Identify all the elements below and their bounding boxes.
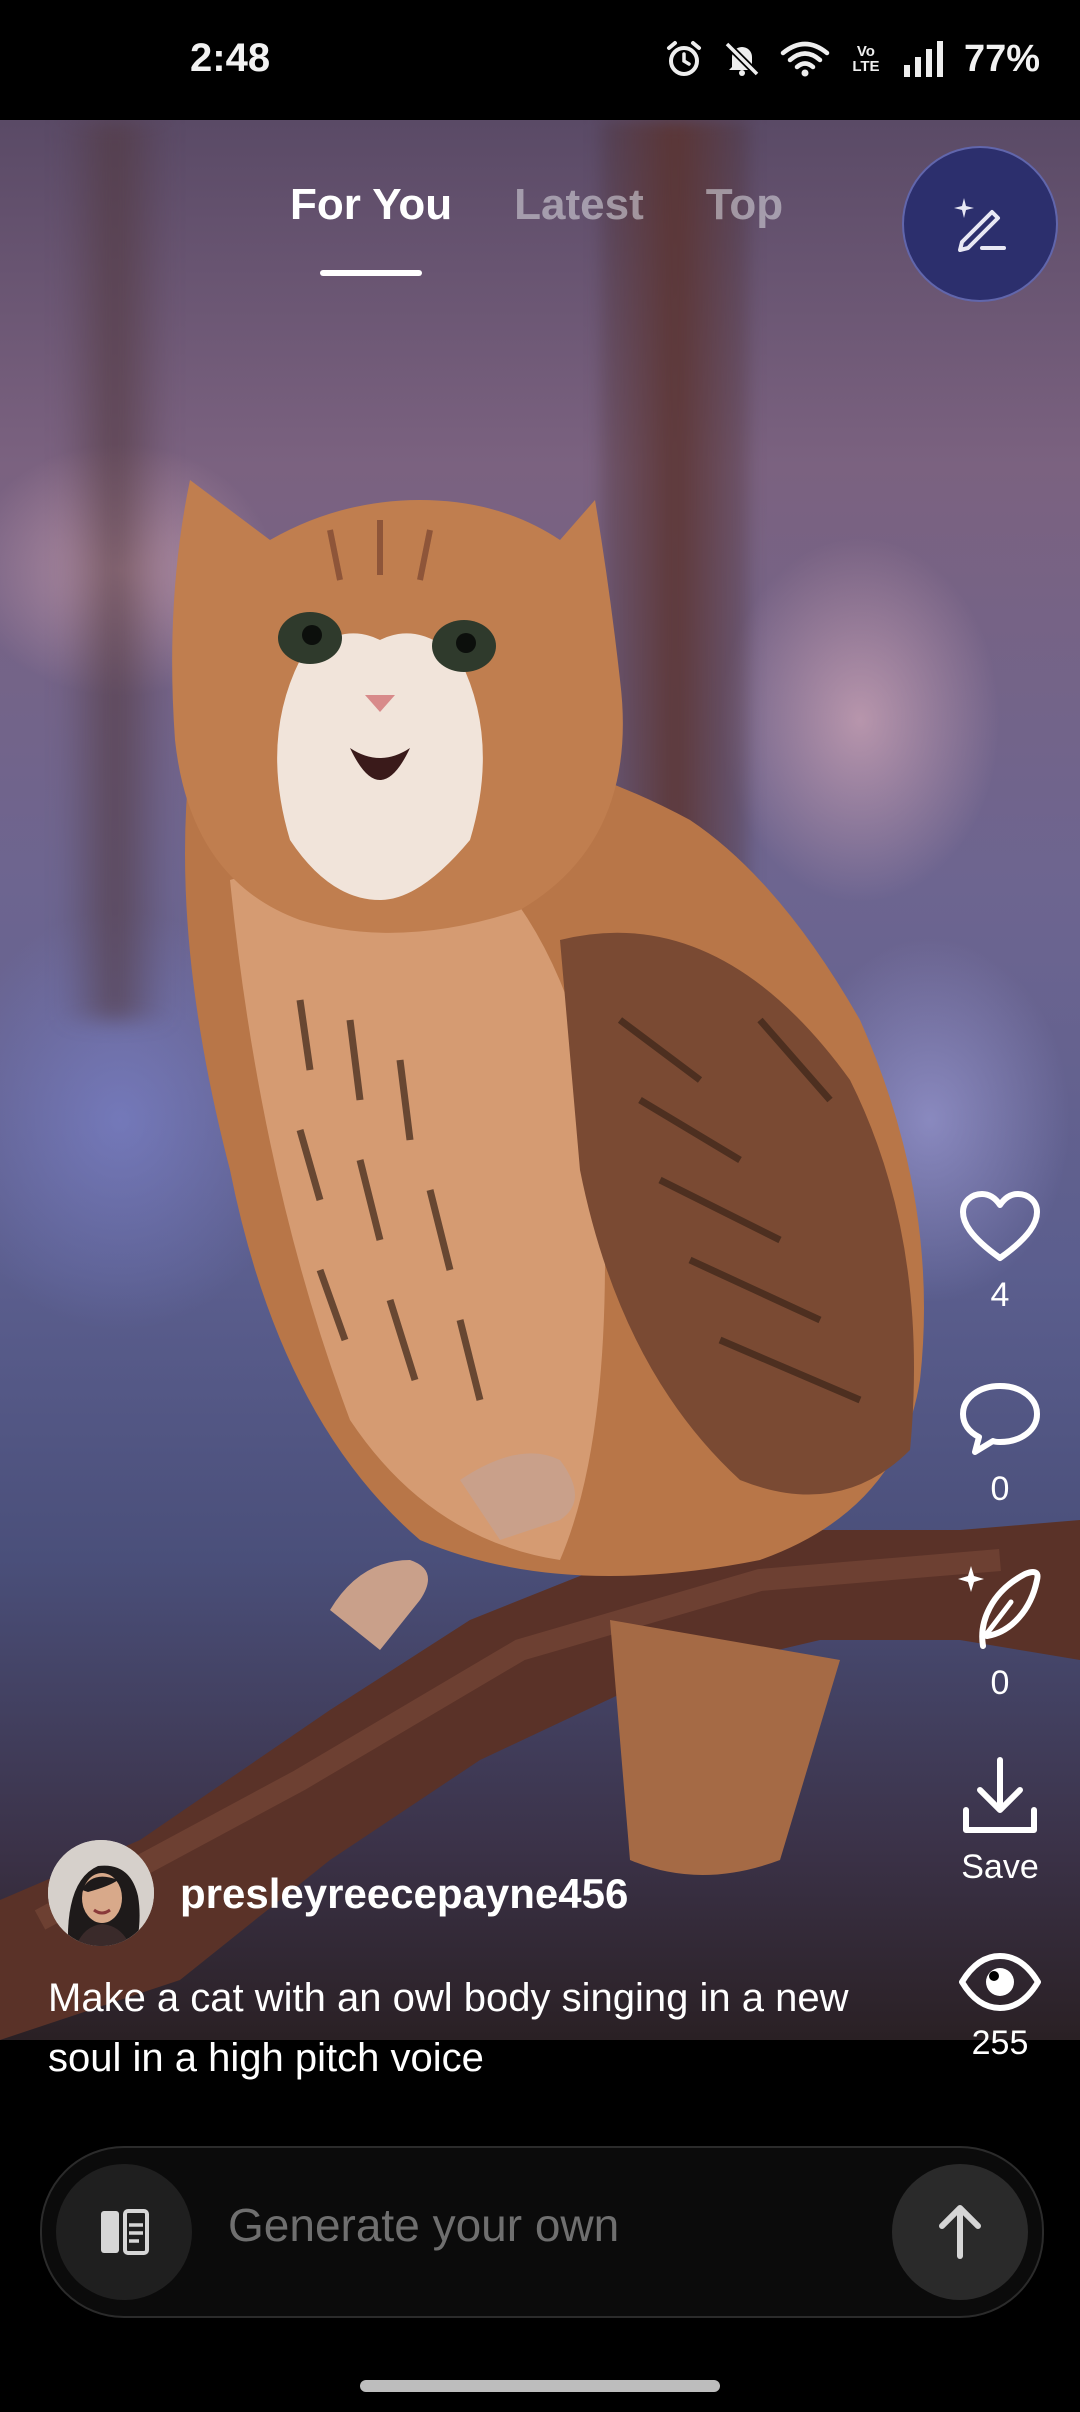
download-icon [963,1757,1037,1833]
tab-latest[interactable]: Latest [514,180,644,230]
avatar-image [48,1840,154,1946]
status-bar: 2:48 Vo LTE 77% [0,0,1080,120]
battery-percentage: 77% [963,37,1040,80]
signal-icon [903,41,943,77]
author-username[interactable]: presleyreecepayne456 [180,1870,628,1918]
view-count: 255 [971,2024,1029,2062]
template-icon [101,2209,149,2255]
send-button[interactable] [892,2164,1028,2300]
views-indicator: 255 [940,1952,1060,2063]
status-icons: Vo LTE 77% [664,34,1040,84]
tab-for-you[interactable]: For You [290,180,452,276]
comment-icon [960,1383,1040,1455]
wifi-icon [780,41,830,77]
arrow-up-icon [939,2205,981,2259]
bell-muted-icon [724,41,760,77]
alarm-icon [666,41,701,76]
template-button[interactable] [56,2164,192,2300]
remix-action[interactable]: 0 [940,1562,1060,1703]
remix-count: 0 [990,1664,1010,1702]
create-button[interactable] [902,146,1058,302]
heart-icon [960,1191,1040,1261]
remix-feather-icon [958,1566,1041,1649]
save-label: Save [961,1848,1039,1886]
video-player[interactable] [0,120,1080,2040]
comment-count: 0 [990,1470,1010,1508]
prompt-input[interactable] [228,2198,828,2252]
magic-pen-icon [954,198,1006,252]
status-time: 2:48 [190,36,271,80]
like-action[interactable]: 4 [940,1190,1060,1315]
post-caption: Make a cat with an owl body singing in a… [48,1976,849,2080]
feed-tabs: For You Latest Top [290,180,783,276]
cat-owl-image [0,480,1080,2040]
comment-action[interactable]: 0 [940,1380,1060,1509]
volte-icon: Vo LTE [852,43,880,75]
avatar[interactable] [48,1840,154,1946]
save-action[interactable]: Save [940,1754,1060,1887]
tab-top[interactable]: Top [706,180,783,230]
home-indicator[interactable] [360,2380,720,2392]
like-count: 4 [990,1276,1010,1314]
eye-icon [959,1953,1041,2011]
prompt-bar [40,2146,1044,2318]
